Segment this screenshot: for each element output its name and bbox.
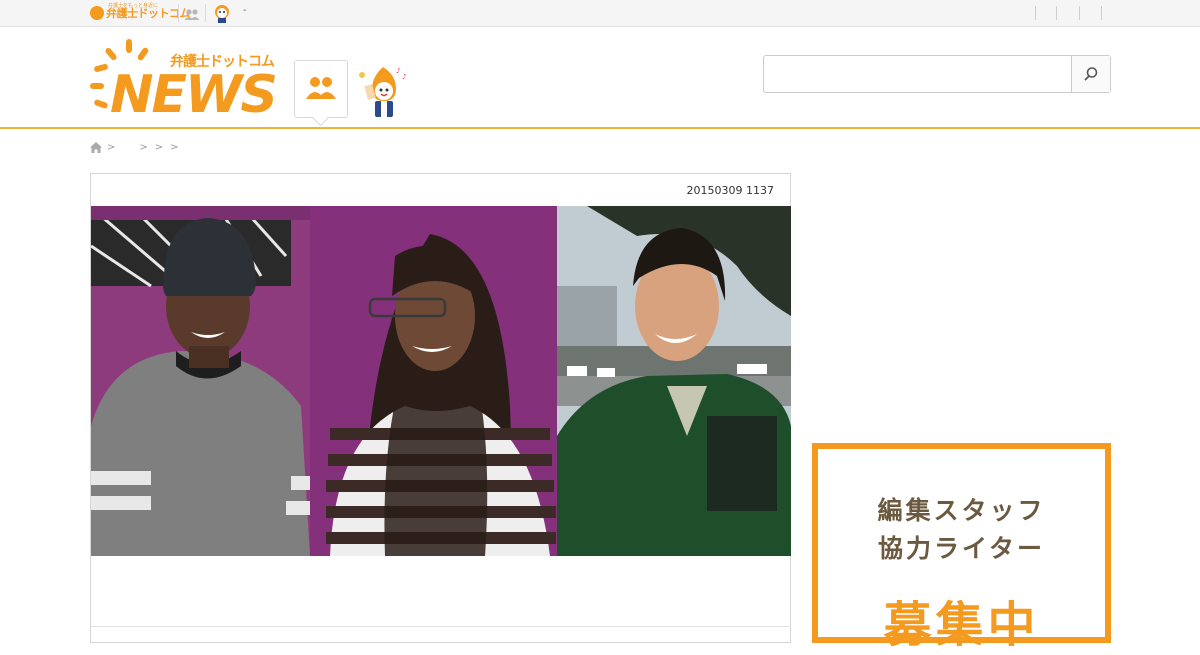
- topbar-logo-tagline: 弁護士をもっと身近に: [108, 3, 159, 9]
- photo-panel-person-3: [557, 206, 791, 556]
- topbar-link-divider: [1056, 6, 1057, 20]
- photo-panel-person-1: [91, 206, 310, 556]
- site-header: 弁護士ドットコム NEWS ♪ ♪: [0, 27, 1200, 129]
- topbar-divider: [205, 4, 206, 22]
- topbar-dash: -: [243, 5, 247, 16]
- article-date: 20150309 1137: [686, 184, 774, 197]
- topbar-people-icon[interactable]: [184, 6, 200, 25]
- sun-logo-icon: [90, 6, 104, 20]
- search-button[interactable]: [1071, 56, 1110, 92]
- breadcrumb-separator: >: [170, 141, 179, 153]
- search-input[interactable]: [764, 56, 1070, 92]
- article-divider: [91, 626, 791, 627]
- logo-news-text: NEWS: [110, 65, 278, 125]
- topbar-link-divider: [1079, 6, 1080, 20]
- topbar-logo[interactable]: 弁護士をもっと身近に 弁護士ドットコム: [90, 2, 191, 24]
- article-photo: [91, 206, 791, 556]
- breadcrumb: > > > >: [90, 140, 184, 154]
- breadcrumb-separator: >: [154, 141, 164, 153]
- photo-panel-person-2: [310, 206, 557, 556]
- topbar-link-divider: [1035, 6, 1036, 20]
- banner-line-recruiting: 募集中: [883, 597, 1040, 653]
- search-box: [763, 55, 1111, 93]
- topbar-divider: [178, 4, 179, 22]
- breadcrumb-separator: >: [139, 141, 148, 153]
- article-card: 20150309 1137: [90, 173, 791, 643]
- top-bar: 弁護士をもっと身近に 弁護士ドットコム -: [0, 0, 1200, 27]
- people-icon: [306, 77, 336, 99]
- topbar-mascot-icon[interactable]: [212, 3, 232, 27]
- home-icon[interactable]: [90, 141, 102, 153]
- site-logo[interactable]: 弁護士ドットコム NEWS: [90, 39, 280, 125]
- svg-text:♪: ♪: [396, 67, 400, 75]
- banner-line-writer: 協力ライター: [877, 534, 1045, 563]
- search-icon: [1084, 67, 1098, 81]
- people-nav-button[interactable]: [294, 60, 348, 127]
- breadcrumb-separator: >: [107, 141, 116, 153]
- people-nav-pointer: [312, 110, 329, 127]
- svg-text:♪: ♪: [402, 73, 406, 81]
- banner-line-staff: 編集スタッフ: [877, 496, 1046, 525]
- mascot-icon[interactable]: ♪ ♪: [356, 65, 412, 125]
- topbar-link-divider: [1101, 6, 1102, 20]
- recruit-banner[interactable]: 編集スタッフ 協力ライター 募集中: [812, 443, 1111, 653]
